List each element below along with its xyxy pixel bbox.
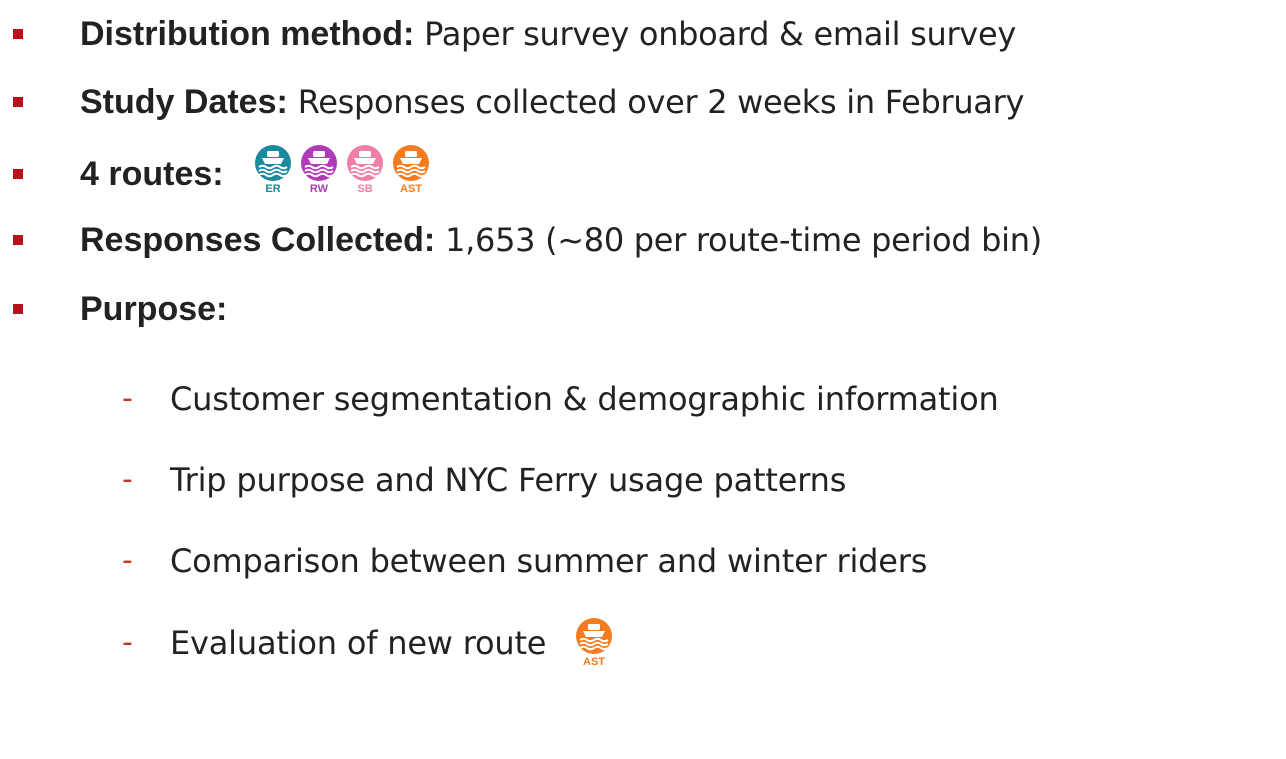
bullet-marker [13, 235, 23, 245]
ferry-route-icon: AST [392, 144, 430, 194]
ferry-route-icon: AST [575, 617, 613, 667]
bullet-marker [13, 304, 23, 314]
dash-marker: - [122, 625, 133, 660]
route-code-label: SB [357, 183, 372, 194]
dash-marker: - [122, 462, 133, 497]
bullet-text: Purpose: [80, 283, 227, 335]
ferry-route-icon: RW [300, 144, 338, 194]
bullet-value: Paper survey onboard & email survey [424, 15, 1016, 53]
bullet-label: Responses Collected: [80, 221, 436, 259]
bullet-text: Distribution method: Paper survey onboar… [80, 8, 1016, 60]
bullet-text: Study Dates: Responses collected over 2 … [80, 76, 1024, 128]
sub-item-new-route: - Evaluation of new route AST [0, 617, 1286, 669]
sub-item-text: Comparison between summer and winter rid… [170, 542, 928, 580]
bullet-marker [13, 169, 23, 179]
bullet-marker [13, 97, 23, 107]
bullet-label: Distribution method: [80, 15, 415, 53]
bullet-value: 1,653 (~80 per route-time period bin) [445, 221, 1042, 259]
dash-marker: - [122, 543, 133, 578]
sub-item-trip-purpose: - Trip purpose and NYC Ferry usage patte… [0, 454, 1286, 506]
route-code-label: RW [310, 183, 329, 194]
bullet-label: Study Dates: [80, 83, 288, 121]
sub-item-text: Trip purpose and NYC Ferry usage pattern… [170, 461, 847, 499]
bullet-text: Responses Collected: 1,653 (~80 per rout… [80, 214, 1042, 266]
ferry-route-icon: ER [254, 144, 292, 194]
route-code-label: AST [583, 656, 605, 667]
bullet-text: 4 routes: [80, 148, 224, 200]
new-route-icon-wrap: AST [575, 617, 613, 667]
route-code-label: ER [265, 183, 280, 194]
route-icons: ER RW SB AST [254, 144, 430, 194]
bullet-marker [13, 29, 23, 39]
bullet-value: Responses collected over 2 weeks in Febr… [297, 83, 1025, 121]
sub-item-label: Evaluation of new route [170, 624, 547, 662]
bullet-item-routes: 4 routes: ER RW SB AST [0, 145, 600, 200]
bullet-label: 4 routes: [80, 155, 224, 193]
route-code-label: AST [400, 183, 422, 194]
sub-item-text: Customer segmentation & demographic info… [170, 380, 999, 418]
sub-item-text: Evaluation of new route [170, 617, 546, 669]
dash-marker: - [122, 381, 133, 416]
sub-item-comparison: - Comparison between summer and winter r… [0, 535, 1286, 587]
bullet-label: Purpose: [80, 290, 228, 328]
ferry-route-icon: SB [346, 144, 384, 194]
sub-item-segmentation: - Customer segmentation & demographic in… [0, 373, 1286, 425]
